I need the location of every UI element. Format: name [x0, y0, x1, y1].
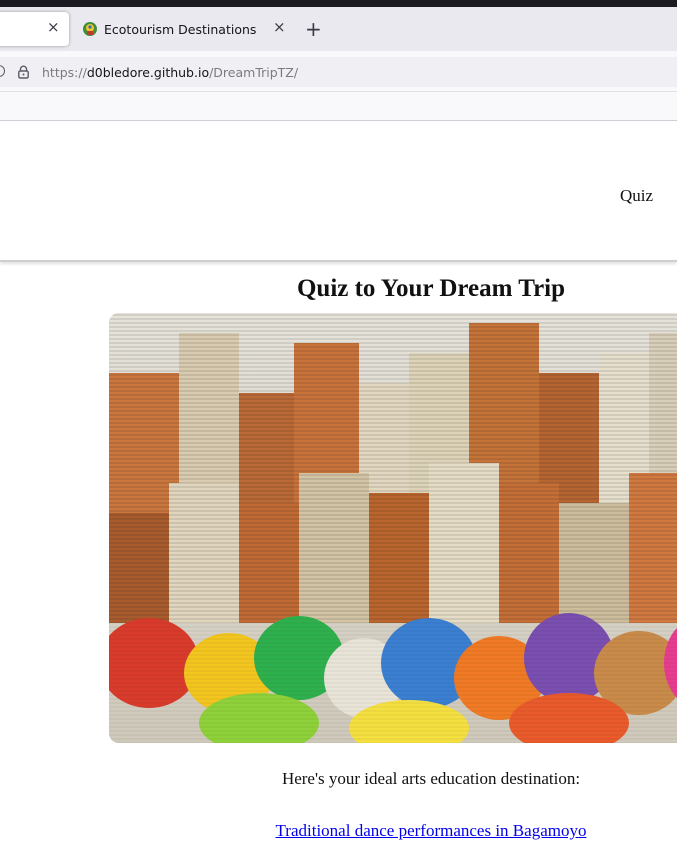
site-header: Quiz — [0, 121, 677, 262]
url-path: /DreamTripTZ/ — [209, 65, 299, 80]
url-scheme: https:// — [42, 65, 87, 80]
close-icon[interactable]: × — [273, 20, 286, 35]
yarn-spools-illustration — [109, 313, 677, 743]
url-host: d0bledore.github.io — [86, 65, 210, 80]
close-icon[interactable]: × — [47, 20, 60, 35]
hero-image — [109, 313, 677, 743]
tab-ecotourism[interactable]: Ecotourism Destinations × — [74, 12, 296, 46]
tab-strip: × Ecotourism Destinations × + — [0, 7, 677, 51]
new-tab-plus-icon[interactable]: + — [305, 19, 322, 39]
window-titlebar — [0, 0, 677, 7]
nav-link-quiz[interactable]: Quiz — [620, 186, 653, 206]
result-text: Here's your ideal arts education destina… — [281, 769, 581, 788]
url-text[interactable]: https://d0bledore.github.io/DreamTripTZ/ — [42, 65, 298, 80]
page-title: Quiz to Your Dream Trip — [296, 275, 566, 302]
navigation-toolbar: https://d0bledore.github.io/DreamTripTZ/ — [0, 51, 677, 92]
destination-link[interactable]: Traditional dance performances in Bagamo… — [276, 821, 587, 840]
result-link-container: Traditional dance performances in Bagamo… — [109, 821, 677, 841]
bookmarks-toolbar — [0, 92, 677, 121]
tab-label: Ecotourism Destinations — [104, 21, 257, 37]
site-favicon-icon — [83, 22, 97, 36]
tab-active[interactable]: × — [0, 12, 69, 46]
lock-icon[interactable] — [17, 65, 30, 79]
